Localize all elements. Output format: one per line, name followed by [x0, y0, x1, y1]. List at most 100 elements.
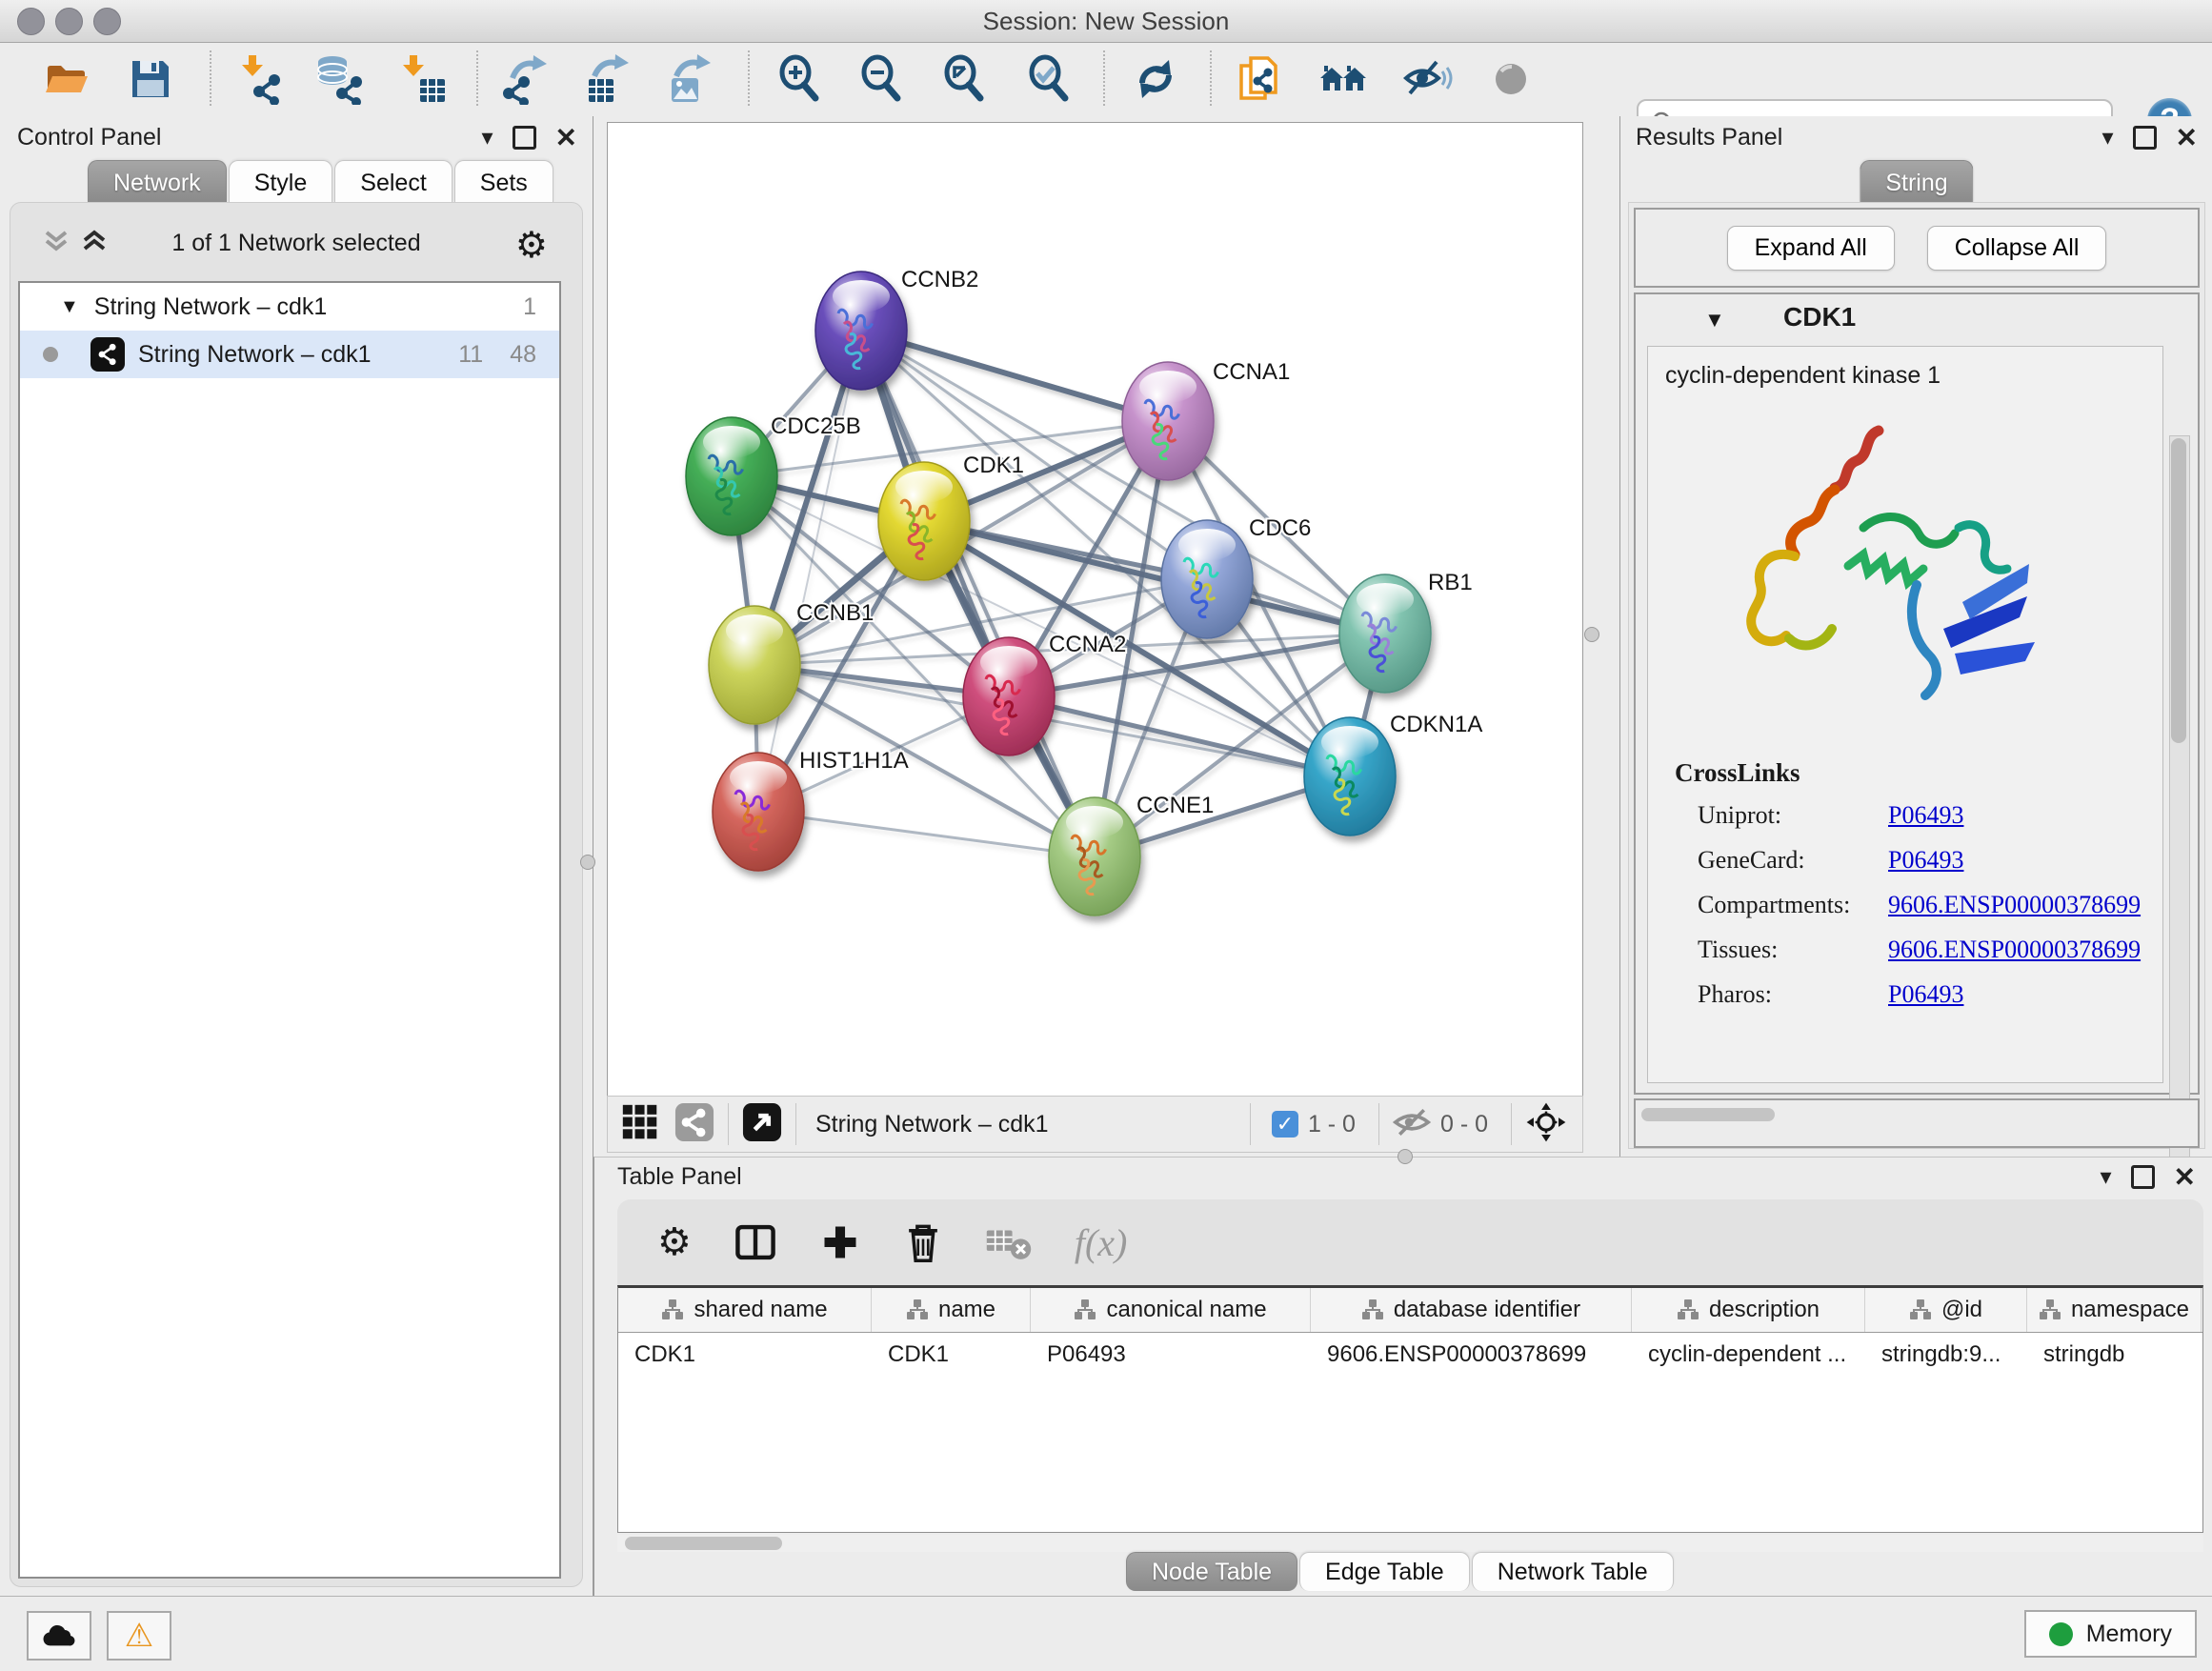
tab-network[interactable]: Network — [88, 160, 227, 203]
table-hscrollbar[interactable] — [617, 1535, 2203, 1552]
collection-expand-icon[interactable]: ▼ — [60, 296, 79, 318]
tab-edge-table[interactable]: Edge Table — [1299, 1552, 1470, 1591]
create-column-icon[interactable] — [819, 1221, 861, 1263]
open-session-icon[interactable] — [41, 53, 92, 105]
birdseye-grid-icon[interactable] — [621, 1103, 659, 1146]
network-options-gear-icon[interactable]: ⚙ — [515, 224, 548, 267]
table-cell[interactable]: CDK1 — [872, 1333, 1031, 1377]
network-edge[interactable] — [758, 331, 861, 812]
delete-table-icon[interactable] — [985, 1223, 1033, 1261]
show-columns-icon[interactable] — [734, 1220, 777, 1264]
network-node-RB1[interactable] — [1339, 574, 1431, 693]
copy-network-icon[interactable] — [1234, 53, 1285, 105]
network-node-CCNA2[interactable] — [963, 637, 1055, 755]
network-collection-row[interactable]: ▼ String Network – cdk1 1 — [20, 283, 559, 331]
column-header-@id[interactable]: @id — [1865, 1288, 2027, 1332]
crosslink-link[interactable]: 9606.ENSP00000378699 — [1888, 891, 2141, 919]
tab-sets[interactable]: Sets — [454, 160, 553, 203]
import-table-icon[interactable] — [397, 53, 449, 105]
zoom-selected-icon[interactable] — [1024, 53, 1076, 105]
warnings-button[interactable]: ⚠ — [107, 1611, 171, 1661]
export-network-icon[interactable] — [499, 53, 551, 105]
node-result-header[interactable]: ▼ CDK1 — [1636, 294, 2198, 344]
tab-node-table[interactable]: Node Table — [1126, 1552, 1297, 1591]
network-edge[interactable] — [924, 521, 1385, 634]
zoom-out-icon[interactable] — [856, 53, 908, 105]
network-node-CCNA1[interactable] — [1122, 362, 1214, 480]
zoom-in-icon[interactable] — [774, 53, 826, 105]
network-node-CDKN1A[interactable] — [1304, 717, 1396, 836]
network-node-HIST1H1A[interactable] — [713, 753, 804, 871]
control-panel-float-icon[interactable] — [513, 126, 536, 150]
network-node-CCNE1[interactable] — [1049, 797, 1140, 916]
table-cell[interactable]: cyclin-dependent ... — [1632, 1333, 1865, 1377]
network-node-CCNB1[interactable] — [709, 606, 800, 724]
network-edge[interactable] — [861, 331, 1095, 856]
control-panel-menu-icon[interactable]: ▾ — [481, 127, 493, 150]
import-database-icon[interactable] — [312, 53, 364, 105]
function-builder-icon[interactable]: f(x) — [1075, 1220, 1128, 1265]
results-panel-menu-icon[interactable]: ▾ — [2101, 127, 2113, 150]
delete-column-icon[interactable] — [903, 1220, 943, 1264]
results-scrollbar[interactable] — [2169, 435, 2190, 1182]
table-row[interactable]: CDK1CDK1P064939606.ENSP00000378699cyclin… — [618, 1333, 2202, 1377]
tab-network-table[interactable]: Network Table — [1472, 1552, 1674, 1591]
table-cell[interactable]: stringdb — [2027, 1333, 2202, 1377]
collapse-all-button[interactable]: Collapse All — [1927, 226, 2107, 271]
crosslink-link[interactable]: P06493 — [1888, 980, 1963, 1009]
network-node-CDK1[interactable] — [878, 462, 970, 580]
results-panel-float-icon[interactable] — [2133, 126, 2157, 150]
collapse-entry-icon[interactable]: ▼ — [1704, 308, 1725, 332]
splitter-handle[interactable] — [580, 855, 595, 870]
hide-selected-icon[interactable] — [1402, 53, 1454, 105]
crosslink-link[interactable]: P06493 — [1888, 801, 1963, 830]
column-header-canonical-name[interactable]: canonical name — [1031, 1288, 1311, 1332]
first-neighbors-icon[interactable] — [1318, 53, 1370, 105]
export-table-icon[interactable] — [581, 53, 633, 105]
tab-select[interactable]: Select — [334, 160, 452, 203]
table-cell[interactable]: P06493 — [1031, 1333, 1311, 1377]
network-node-CCNB2[interactable] — [815, 272, 907, 390]
network-overview-icon[interactable] — [674, 1102, 714, 1147]
tab-string[interactable]: String — [1860, 160, 1973, 203]
table-cell[interactable]: CDK1 — [618, 1333, 872, 1377]
memory-button[interactable]: Memory — [2024, 1610, 2197, 1658]
pan-crosshair-icon[interactable] — [1525, 1101, 1567, 1148]
splitter-handle[interactable] — [1584, 627, 1599, 642]
network-node-CDC6[interactable] — [1161, 520, 1253, 638]
splitter-handle[interactable] — [1398, 1149, 1413, 1164]
network-edge[interactable] — [758, 812, 1095, 856]
open-in-window-icon[interactable] — [742, 1102, 782, 1147]
expand-all-button[interactable]: Expand All — [1727, 226, 1895, 271]
import-network-icon[interactable] — [232, 53, 284, 105]
network-node-CDC25B[interactable] — [686, 417, 777, 535]
column-header-description[interactable]: description — [1632, 1288, 1865, 1332]
table-options-gear-icon[interactable]: ⚙ — [657, 1220, 692, 1264]
column-header-shared-name[interactable]: shared name — [618, 1288, 872, 1332]
crosslink-link[interactable]: P06493 — [1888, 846, 1963, 875]
table-panel-close-icon[interactable]: ✕ — [2174, 1166, 2196, 1189]
column-header-namespace[interactable]: namespace — [2027, 1288, 2202, 1332]
export-image-icon[interactable] — [663, 53, 714, 105]
column-header-database-identifier[interactable]: database identifier — [1311, 1288, 1632, 1332]
cloud-status-button[interactable] — [27, 1611, 91, 1661]
network-row[interactable]: String Network – cdk1 11 48 — [20, 331, 559, 378]
save-session-icon[interactable] — [125, 53, 176, 105]
table-cell[interactable]: stringdb:9... — [1865, 1333, 2027, 1377]
zoom-fit-icon[interactable] — [939, 53, 991, 105]
show-all-icon[interactable] — [1485, 53, 1537, 105]
network-graph[interactable]: CCNB2CCNA1CDC25BCDK1CDC6RB1CCNB1CCNA2CDK… — [608, 123, 1582, 1096]
control-panel-close-icon[interactable]: ✕ — [555, 127, 577, 150]
column-header-name[interactable]: name — [872, 1288, 1031, 1332]
refresh-layout-icon[interactable] — [1130, 53, 1181, 105]
results-panel-close-icon[interactable]: ✕ — [2176, 127, 2198, 150]
network-edge[interactable] — [861, 331, 1168, 421]
tab-style[interactable]: Style — [229, 160, 333, 203]
table-panel-menu-icon[interactable]: ▾ — [2100, 1166, 2111, 1189]
crosslink-link[interactable]: 9606.ENSP00000378699 — [1888, 936, 2141, 964]
selected-checkbox-icon[interactable]: ✓ — [1272, 1111, 1298, 1137]
network-canvas[interactable]: CCNB2CCNA1CDC25BCDK1CDC6RB1CCNB1CCNA2CDK… — [607, 122, 1583, 1097]
table-cell[interactable]: 9606.ENSP00000378699 — [1311, 1333, 1632, 1377]
results-hscroll-area[interactable] — [1634, 1098, 2200, 1148]
table-panel-float-icon[interactable] — [2131, 1165, 2155, 1189]
